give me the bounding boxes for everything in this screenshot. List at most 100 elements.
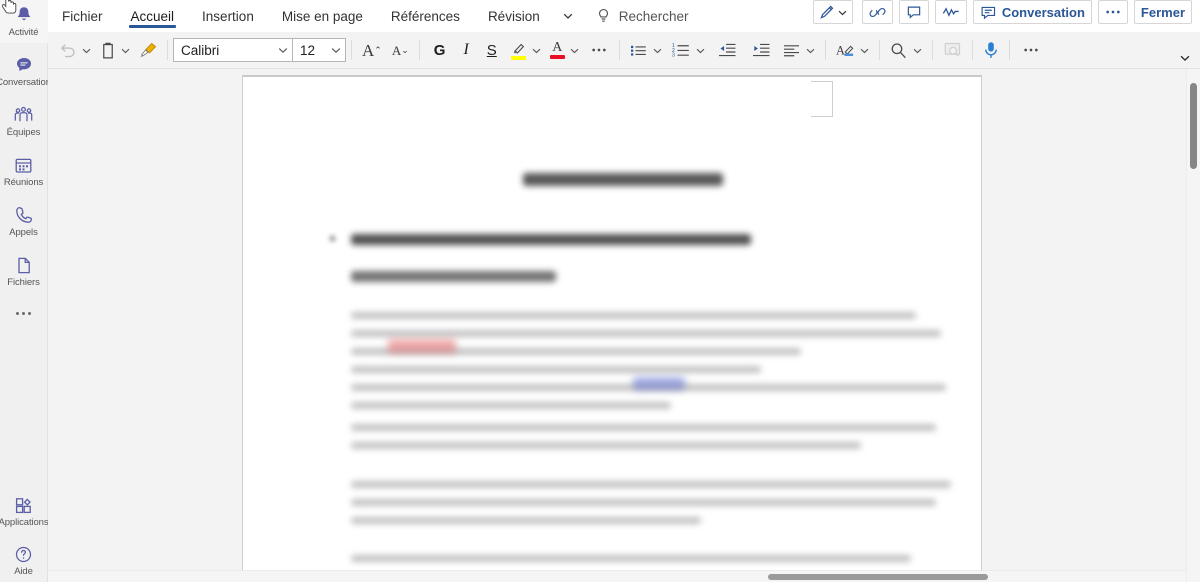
ribbon-tabs-overflow-button[interactable]	[554, 0, 582, 32]
bullet-list-button[interactable]	[625, 36, 652, 64]
sidebar-item-activity[interactable]: Activité	[0, 0, 48, 43]
chevron-down-icon	[1180, 55, 1190, 61]
tab-fichier[interactable]: Fichier	[48, 0, 117, 32]
sidebar-item-label: Équipes	[6, 127, 41, 138]
font-size-value: 12	[300, 42, 316, 58]
tab-mise-en-page[interactable]: Mise en page	[268, 0, 377, 32]
highlight-button[interactable]	[506, 36, 531, 64]
italic-label: I	[463, 41, 469, 58]
tab-references[interactable]: Références	[377, 0, 474, 32]
image-search-icon	[944, 42, 960, 57]
calendar-icon	[13, 154, 35, 176]
chevron-down-icon	[653, 48, 662, 53]
redacted-para-line	[351, 481, 951, 488]
toolbar-divider	[878, 40, 880, 60]
highlight-dropdown-button[interactable]	[531, 36, 546, 64]
red-highlight	[388, 339, 456, 353]
redacted-para-line	[351, 424, 936, 431]
document-canvas[interactable]	[48, 69, 1200, 582]
vertical-scrollbar-thumb[interactable]	[1190, 83, 1197, 169]
bold-label: G	[433, 41, 446, 59]
sidebar-item-chat[interactable]: Conversation	[0, 50, 51, 93]
bell-icon	[13, 4, 35, 26]
toolbar-divider	[971, 40, 973, 60]
conversation-button[interactable]: Conversation	[972, 0, 1092, 24]
ribbon-more-button[interactable]	[1097, 0, 1128, 24]
phone-icon	[13, 204, 35, 226]
numbered-list-dropdown-button[interactable]	[695, 36, 710, 64]
collapse-ribbon-button[interactable]	[1176, 49, 1194, 67]
styles-dropdown-button[interactable]	[859, 36, 874, 64]
comment-button[interactable]	[898, 0, 929, 24]
underline-button[interactable]: S	[478, 36, 506, 64]
styles-button[interactable]: A	[831, 36, 859, 64]
sidebar-item-meetings[interactable]: Réunions	[0, 150, 48, 193]
activity-button[interactable]	[934, 0, 967, 24]
paste-dropdown-button[interactable]	[120, 36, 135, 64]
redacted-title	[523, 173, 723, 186]
font-color-button[interactable]: A	[546, 36, 569, 64]
help-circle-icon	[13, 543, 35, 565]
sidebar-item-label: Réunions	[3, 177, 44, 188]
search-input[interactable]: Rechercher	[596, 0, 689, 32]
format-painter-button[interactable]	[135, 36, 162, 64]
find-button[interactable]	[885, 36, 912, 64]
font-color-dropdown-button[interactable]	[569, 36, 584, 64]
underline-label: S	[486, 41, 497, 59]
list-bullet	[329, 235, 336, 242]
tab-accueil[interactable]: Accueil	[117, 0, 189, 32]
bold-button[interactable]: G	[425, 36, 455, 64]
pen-tool-button[interactable]	[812, 0, 853, 24]
sidebar-item-calls[interactable]: Appels	[0, 200, 48, 243]
sidebar-item-apps[interactable]: Applications	[0, 490, 49, 533]
toolbar-divider	[931, 40, 933, 60]
grow-font-button[interactable]: A ⌃	[357, 36, 387, 64]
chevron-down-icon	[532, 48, 541, 53]
horizontal-scrollbar-thumb[interactable]	[768, 574, 988, 580]
increase-indent-button[interactable]	[744, 36, 778, 64]
sidebar-item-label: Activité	[8, 27, 39, 38]
paste-button[interactable]	[96, 36, 120, 64]
highlight-stack	[510, 41, 527, 60]
shrink-font-button[interactable]: A ⌄	[387, 36, 414, 64]
sidebar-item-label: Fichiers	[7, 277, 40, 288]
toolbar-more-button[interactable]	[1015, 36, 1047, 64]
decrease-indent-button[interactable]	[710, 36, 744, 64]
chat-icon	[13, 54, 35, 76]
font-family-select[interactable]: Calibri	[173, 38, 293, 62]
undo-dropdown-button[interactable]	[81, 36, 96, 64]
toolbar-divider	[618, 40, 620, 60]
font-size-select[interactable]: 12	[293, 38, 346, 62]
comment-anchor-marker[interactable]	[811, 81, 833, 117]
chevron-down-icon	[570, 48, 579, 53]
dictate-button[interactable]	[978, 36, 1004, 64]
toolbar-divider	[418, 40, 420, 60]
vertical-scrollbar[interactable]	[1186, 69, 1200, 582]
link-button[interactable]	[861, 0, 893, 24]
align-dropdown-button[interactable]	[805, 36, 820, 64]
styles-icon: A	[836, 43, 854, 57]
chevron-down-icon	[278, 48, 288, 54]
numbered-list-button[interactable]: 1 2 3	[667, 36, 695, 64]
font-more-button[interactable]	[584, 36, 614, 64]
bullet-list-dropdown-button[interactable]	[652, 36, 667, 64]
align-button[interactable]	[778, 36, 805, 64]
undo-button[interactable]	[54, 36, 81, 64]
italic-button[interactable]: I	[454, 36, 477, 64]
format-painter-icon	[140, 42, 157, 58]
document-page[interactable]	[242, 75, 982, 582]
sidebar-item-teams[interactable]: Équipes	[0, 100, 48, 143]
tab-insertion[interactable]: Insertion	[188, 0, 268, 32]
horizontal-scrollbar[interactable]	[48, 570, 1186, 582]
tab-revision[interactable]: Révision	[474, 0, 554, 32]
sidebar-more-button[interactable]	[0, 293, 48, 333]
image-search-button[interactable]	[938, 36, 967, 64]
close-button[interactable]: Fermer	[1133, 0, 1192, 24]
sidebar-item-help[interactable]: Aide	[0, 539, 48, 582]
chevron-down-icon	[82, 48, 91, 53]
word-editor: Fichier Accueil Insertion Mise en page R…	[48, 0, 1200, 582]
redacted-subhead	[351, 271, 556, 282]
find-dropdown-button[interactable]	[912, 36, 927, 64]
clipboard-icon	[103, 42, 113, 58]
sidebar-item-files[interactable]: Fichiers	[0, 250, 48, 293]
